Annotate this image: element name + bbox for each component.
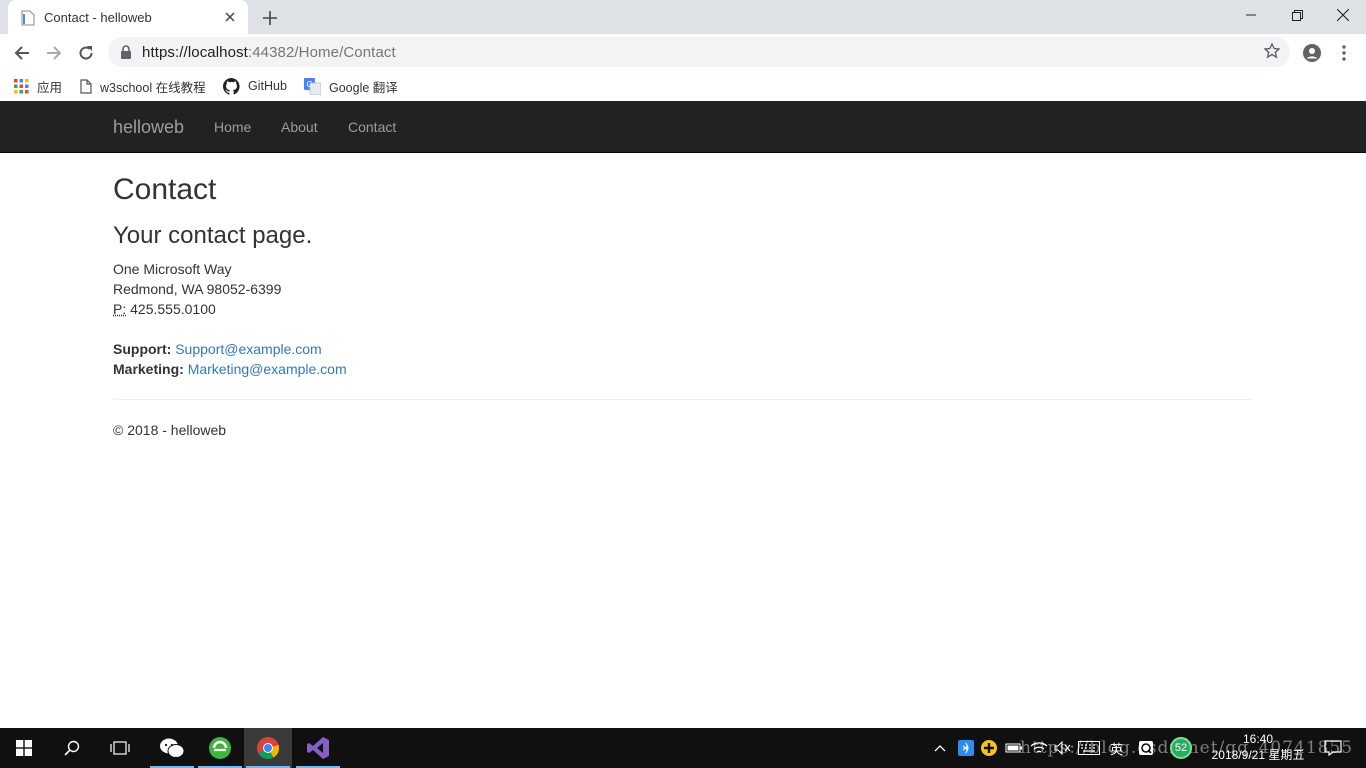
navbar-brand[interactable]: helloweb	[113, 117, 184, 138]
marketing-label: Marketing:	[113, 361, 184, 377]
system-clock[interactable]: 16:40 2018/9/21 星期五	[1204, 731, 1312, 763]
tab-title: Contact - helloweb	[44, 10, 152, 25]
new-tab-icon[interactable]	[258, 6, 282, 30]
address-line-2: Redmond, WA 98052-6399	[113, 281, 282, 297]
bookmark-apps[interactable]: 应用	[14, 76, 62, 96]
clock-time: 16:40	[1242, 732, 1274, 746]
restore-icon[interactable]	[1274, 0, 1320, 30]
footer-text: © 2018 - helloweb	[113, 422, 227, 438]
bookmarks-bar: 应用 w3school 在线教程 GitHub G Google 翻译	[0, 70, 1366, 101]
profile-avatar-icon[interactable]	[1299, 40, 1325, 66]
wechat-icon[interactable]	[148, 728, 196, 768]
windows-taskbar: https://blog.csdn.net/qq_40741855 英 52 1…	[0, 728, 1366, 768]
marketing-line: Marketing: Marketing@example.com	[113, 359, 1253, 379]
clock-date: 2018/9/21 星期五	[1211, 748, 1305, 762]
volume-muted-icon[interactable]	[1054, 728, 1072, 768]
chevron-up-icon[interactable]	[934, 728, 946, 768]
bookmark-label: GitHub	[248, 79, 287, 93]
site-navbar: helloweb Home About Contact	[0, 101, 1366, 153]
wifi-icon[interactable]	[1030, 728, 1048, 768]
bookmark-label: w3school 在线教程	[100, 80, 206, 95]
qq-tray-icon[interactable]	[1138, 728, 1154, 768]
page-favicon-icon	[21, 10, 35, 26]
address-bar[interactable]: https://localhost:44382/Home/Contact	[108, 37, 1290, 67]
contact-address: One Microsoft Way Redmond, WA 98052-6399…	[113, 259, 1253, 379]
bookmark-star-icon[interactable]	[1263, 42, 1281, 64]
support-email-link[interactable]: Support@example.com	[175, 341, 322, 357]
bluetooth-tray-icon[interactable]	[958, 728, 974, 768]
battery-icon[interactable]	[1005, 728, 1023, 768]
page-icon	[80, 78, 92, 94]
phone-abbr: P:	[113, 301, 127, 317]
browser-toolbar: https://localhost:44382/Home/Contact	[0, 34, 1366, 70]
bookmark-w3school[interactable]: w3school 在线教程	[80, 76, 206, 96]
reload-icon[interactable]	[73, 40, 99, 66]
back-arrow-icon[interactable]	[9, 40, 35, 66]
url-host: https://localhost	[142, 44, 248, 61]
security-tray-icon[interactable]	[981, 728, 997, 768]
badge-count: 52	[1170, 737, 1192, 759]
lock-icon[interactable]	[120, 45, 132, 64]
browser-tab[interactable]: Contact - helloweb	[8, 0, 248, 34]
ime-indicator[interactable]: 英	[1110, 728, 1123, 768]
minimize-icon[interactable]	[1228, 0, 1274, 30]
svg-text:G: G	[307, 80, 313, 89]
apps-grid-icon	[14, 78, 29, 93]
close-window-icon[interactable]	[1320, 0, 1366, 30]
close-tab-icon[interactable]	[220, 7, 240, 27]
phone-line: P: 425.555.0100	[113, 299, 1253, 319]
bookmark-google-translate[interactable]: G Google 翻译	[304, 76, 398, 96]
keyboard-icon[interactable]	[1078, 728, 1100, 768]
phone-number: 425.555.0100	[130, 301, 216, 317]
task-view-icon[interactable]	[96, 728, 144, 768]
page-subtitle: Your contact page.	[113, 222, 313, 249]
visual-studio-icon[interactable]	[294, 728, 342, 768]
nav-link-about[interactable]: About	[281, 119, 318, 135]
bookmark-label: 应用	[37, 80, 63, 95]
browser-360-icon[interactable]	[196, 728, 244, 768]
menu-dots-icon[interactable]	[1331, 40, 1357, 66]
tab-strip: Contact - helloweb	[0, 0, 1366, 34]
support-label: Support:	[113, 341, 172, 357]
page-content: Contact Your contact page. One Microsoft…	[113, 153, 1253, 438]
windows-start-icon[interactable]	[0, 728, 48, 768]
action-center-icon[interactable]	[1324, 728, 1342, 768]
nav-link-contact[interactable]: Contact	[348, 119, 396, 135]
page-title: Contact	[113, 173, 217, 206]
notification-badge[interactable]: 52	[1170, 728, 1192, 768]
support-line: Support: Support@example.com	[113, 339, 1253, 359]
url-path: :44382/Home/Contact	[247, 44, 396, 61]
google-translate-icon: G	[304, 77, 321, 95]
chrome-icon[interactable]	[244, 728, 292, 768]
search-icon[interactable]	[48, 728, 96, 768]
marketing-email-link[interactable]: Marketing@example.com	[188, 361, 347, 377]
address-line-1: One Microsoft Way	[113, 261, 232, 277]
url-text: https://localhost:44382/Home/Contact	[142, 44, 396, 61]
nav-link-home[interactable]: Home	[214, 119, 251, 135]
forward-arrow-icon[interactable]	[41, 40, 67, 66]
footer-divider	[113, 399, 1253, 400]
bookmark-label: Google 翻译	[329, 80, 398, 95]
bookmark-github[interactable]: GitHub	[223, 76, 287, 96]
github-icon	[223, 77, 240, 95]
